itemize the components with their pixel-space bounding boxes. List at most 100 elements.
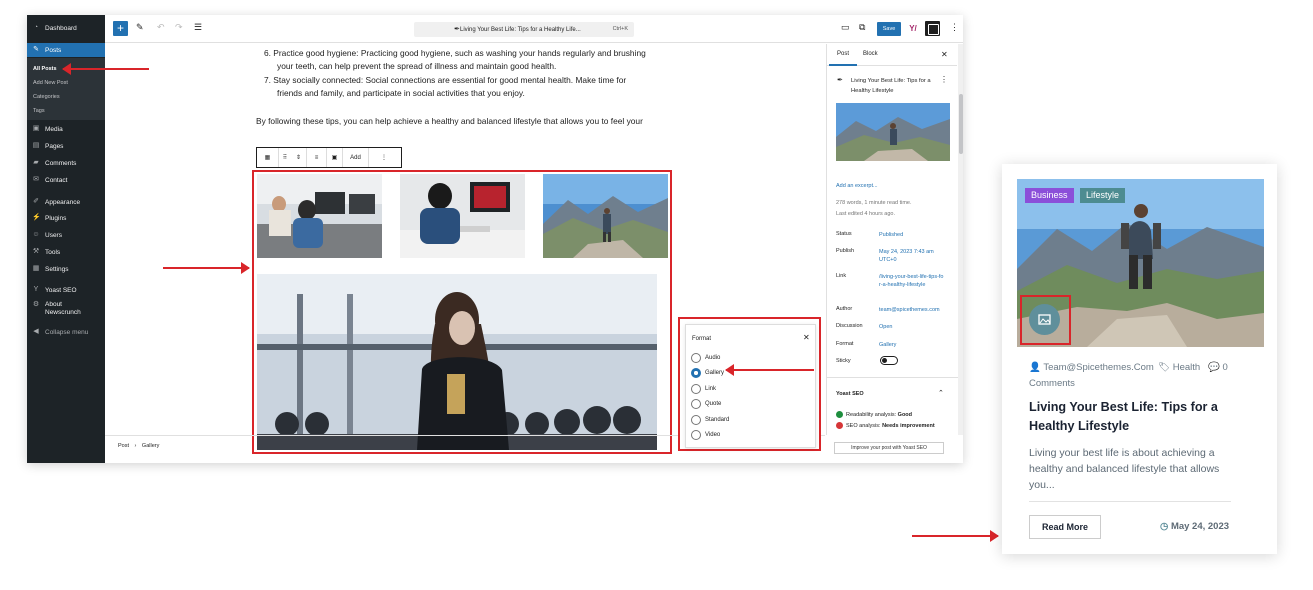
sidebar-item-comments[interactable]: ▰ Comments (27, 156, 105, 170)
author-meta[interactable]: 👤 Team@Spicethemes.Com (1029, 362, 1154, 373)
comments-word: Comments (1029, 378, 1075, 389)
radio-video[interactable] (691, 430, 701, 440)
sidebar-item-settings[interactable]: ▦ Settings (27, 262, 105, 276)
status-value[interactable]: Published (879, 231, 951, 239)
bad-status-icon (836, 422, 843, 429)
desktop-preview-icon[interactable]: ▭ (841, 22, 850, 33)
command-palette-bar[interactable]: ✒ Living Your Best Life: Tips for a Heal… (414, 22, 634, 37)
sidebar-item-users[interactable]: ☺ Users (27, 228, 105, 242)
user-icon: 👤 (1029, 362, 1041, 373)
radio-audio[interactable] (691, 353, 701, 363)
featured-image-thumbnail[interactable] (836, 103, 950, 161)
status-label: Status (836, 231, 852, 237)
breadcrumb-separator: › (134, 443, 137, 449)
settings-panel-toggle[interactable] (925, 21, 940, 36)
wrench-icon: ⚒ (32, 248, 40, 255)
comments-meta[interactable]: 💬 0 (1208, 362, 1228, 373)
add-media-button[interactable]: Add (343, 148, 369, 167)
word-count-stats: 278 words, 1 minute read time. (836, 200, 912, 206)
scrollbar-thumb[interactable] (959, 94, 963, 154)
align-icon[interactable]: ≡ (307, 148, 327, 167)
sidebar-item-pages[interactable]: ▤ Pages (27, 139, 105, 153)
gallery-image-mountain[interactable] (543, 174, 668, 258)
sidebar-item-media[interactable]: ▣ Media (27, 122, 105, 136)
add-excerpt-link[interactable]: Add an excerpt... (836, 183, 878, 189)
tab-block[interactable]: Block (863, 51, 878, 57)
category-meta[interactable]: 🏷 Health (1158, 362, 1200, 373)
sidebar-item-dashboard[interactable]: ◔ Dashboard (27, 21, 105, 35)
format-value[interactable]: Gallery (879, 341, 951, 349)
tab-post[interactable]: Post (828, 51, 858, 66)
discussion-value[interactable]: Open (879, 323, 951, 331)
breadcrumb-gallery[interactable]: Gallery (142, 443, 159, 449)
redo-icon[interactable]: ↷ (175, 22, 183, 33)
format-option-quote[interactable]: Quote (705, 401, 721, 407)
submenu-tags[interactable]: Tags (33, 108, 45, 114)
yoast-panel-title[interactable]: Yoast SEO (836, 391, 864, 397)
drag-handle-icon[interactable]: ⠿ (279, 148, 291, 167)
admin-sidebar: ◔ Dashboard ✎ Posts All Posts Add New Post… (27, 15, 105, 463)
closing-paragraph: By following these tips, you can help ac… (256, 116, 643, 126)
options-kebab-icon[interactable]: ⋮ (950, 22, 959, 33)
sidebar-item-posts[interactable]: ✎ Posts (27, 43, 105, 57)
format-option-video[interactable]: Video (705, 432, 720, 438)
format-popover-title: Format (692, 336, 712, 342)
list-view-icon[interactable]: ☰ (194, 22, 202, 33)
sidebar-item-appearance[interactable]: ✐ Appearance (27, 195, 105, 209)
radio-gallery[interactable] (691, 368, 701, 378)
crop-icon[interactable]: ▣ (327, 148, 343, 167)
dashboard-icon: ◔ (33, 24, 39, 31)
radio-standard[interactable] (691, 415, 701, 425)
badge-business[interactable]: Business (1025, 188, 1074, 203)
block-toolbar: ▦ ⠿ ⇕ ≡ ▣ Add ⋮ (256, 147, 402, 168)
format-popover-highlight: Format ✕ Audio Gallery Link Quote Standa… (678, 317, 821, 451)
gallery-image-gym[interactable] (257, 274, 657, 450)
post-card-title[interactable]: Living Your Best Life: Tips for a Health… (1029, 398, 1249, 436)
permalink-value[interactable]: /living-your-best-life-tips-for-a-health… (879, 273, 945, 289)
sticky-toggle[interactable] (880, 356, 898, 365)
sidebar-item-contact[interactable]: ✉ Contact (27, 173, 105, 187)
badge-lifestyle[interactable]: Lifestyle (1080, 188, 1126, 203)
submenu-all-posts[interactable]: All Posts (33, 66, 57, 72)
post-actions-kebab-icon[interactable]: ⋮ (940, 75, 948, 84)
radio-link[interactable] (691, 384, 701, 394)
list-item-6: 6. Practice good hygiene: Practicing goo… (264, 48, 646, 58)
improve-yoast-button[interactable]: Improve your post with Yoast SEO (834, 442, 944, 454)
sidebar-collapse-menu[interactable]: ◀ Collapse menu (27, 325, 105, 339)
format-option-audio[interactable]: Audio (705, 355, 720, 361)
gallery-image-office-2[interactable] (400, 174, 525, 258)
author-value[interactable]: team@spicethemes.com (879, 306, 951, 314)
pages-icon: ▤ (32, 142, 40, 149)
format-option-link[interactable]: Link (705, 386, 716, 392)
sidebar-item-about-newscrunch[interactable]: ⚙ About Newscrunch (27, 301, 105, 319)
external-view-icon[interactable]: ⧉ (859, 22, 865, 33)
breadcrumb-post[interactable]: Post (118, 443, 129, 449)
submenu-add-new-post[interactable]: Add New Post (33, 80, 68, 86)
list-item-7: 7. Stay socially connected: Social conne… (264, 75, 627, 85)
settings-scrollbar[interactable] (958, 44, 963, 435)
gallery-image-office-1[interactable] (257, 174, 382, 258)
chevron-up-icon[interactable]: ⌃ (938, 389, 944, 397)
format-option-standard[interactable]: Standard (705, 417, 729, 423)
submenu-categories[interactable]: Categories (33, 94, 60, 100)
sidebar-item-plugins[interactable]: ⚡ Plugins (27, 211, 105, 225)
sidebar-item-tools[interactable]: ⚒ Tools (27, 245, 105, 259)
publish-date-value[interactable]: May 24, 2023 7:43 am UTC+0 (879, 248, 947, 264)
read-more-button[interactable]: Read More (1029, 515, 1101, 539)
yoast-toolbar-button[interactable]: Y/ (906, 22, 920, 36)
move-up-down-icon[interactable]: ⇕ (291, 148, 307, 167)
sidebar-item-yoast[interactable]: Y Yoast SEO (27, 283, 105, 297)
save-button[interactable]: Save (877, 22, 901, 36)
format-close-icon[interactable]: ✕ (803, 333, 810, 342)
annotation-arrow-all-posts (62, 63, 149, 75)
seo-analysis-row: SEO analysis: Needs improvement (836, 422, 935, 429)
format-option-gallery[interactable]: Gallery (705, 370, 724, 376)
block-options-icon[interactable]: ⋮ (369, 148, 399, 167)
close-icon[interactable]: ✕ (941, 50, 948, 59)
block-inserter-button[interactable]: + (113, 21, 128, 36)
gallery-block-highlight[interactable] (252, 170, 672, 454)
undo-icon[interactable]: ↶ (157, 22, 165, 33)
gallery-block-icon[interactable]: ▦ (257, 148, 279, 167)
radio-quote[interactable] (691, 399, 701, 409)
pencil-icon[interactable]: ✎ (136, 22, 144, 33)
